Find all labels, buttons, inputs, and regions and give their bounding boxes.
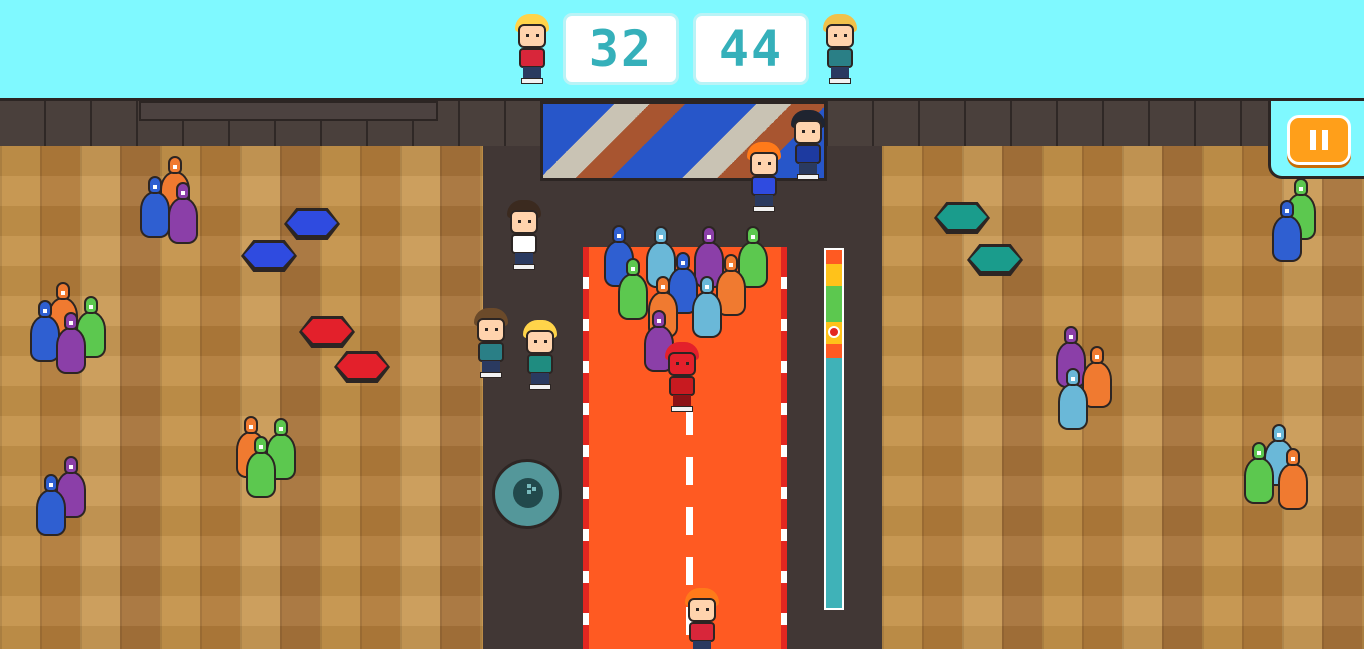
lane-right-rail [781, 247, 787, 649]
bowler-red [660, 342, 704, 414]
player-avatar [510, 14, 554, 86]
meter-segment [826, 264, 842, 286]
opponent-score: 44 [693, 13, 809, 85]
pause-button[interactable] [1287, 115, 1351, 165]
bowling-pin [246, 436, 276, 498]
bowling-pin [36, 474, 66, 536]
bowling-pin [1244, 442, 1274, 504]
player-score: 32 [563, 13, 679, 85]
bowling-ball-icon [513, 478, 543, 508]
bowling-pin [140, 176, 170, 238]
power-meter [824, 248, 844, 610]
bowling-pin [168, 182, 198, 244]
player-character [680, 588, 724, 649]
opponent-avatar [818, 14, 862, 86]
meter-segment [826, 344, 842, 358]
bowling-pin [1278, 448, 1308, 510]
spectator [502, 200, 546, 272]
bowling-pin [56, 312, 86, 374]
spectator [786, 110, 830, 182]
game-viewport: 32 44 [0, 0, 1364, 649]
pause-panel [1268, 101, 1364, 179]
score-header: 32 44 [0, 0, 1364, 101]
spectator [469, 308, 513, 380]
spectator [518, 320, 562, 392]
wall-decoration [139, 101, 438, 121]
lane-left-rail [583, 247, 589, 649]
meter-marker [828, 326, 840, 338]
bowling-pin [692, 276, 722, 338]
bowling-pin [1272, 200, 1302, 262]
meter-segment [826, 250, 842, 264]
pause-icon [1310, 130, 1316, 150]
throw-ball-button[interactable] [492, 459, 562, 529]
spectator [742, 142, 786, 214]
bowling-pin [1058, 368, 1088, 430]
left-wood-floor [0, 146, 483, 649]
pause-icon [1322, 130, 1328, 150]
